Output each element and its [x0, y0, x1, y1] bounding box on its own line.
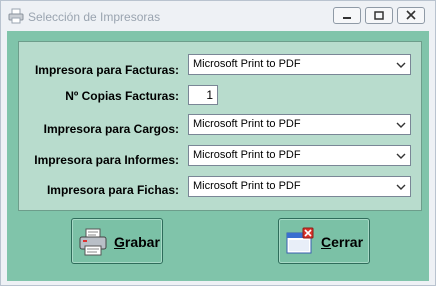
label-impresora-cargos: Impresora para Cargos: — [43, 122, 179, 136]
combo-value: Microsoft Print to PDF — [193, 149, 301, 161]
chevron-down-icon — [396, 62, 406, 68]
printer-icon — [8, 8, 24, 24]
combo-value: Microsoft Print to PDF — [193, 180, 301, 192]
maximize-button[interactable] — [365, 7, 393, 24]
close-window-icon — [286, 227, 314, 254]
printer-icon — [79, 228, 107, 256]
grabar-button[interactable]: Grabar — [71, 218, 163, 264]
combo-impresora-informes[interactable]: Microsoft Print to PDF — [188, 145, 411, 166]
chevron-down-icon — [396, 153, 406, 159]
window-title: Selección de Impresoras — [28, 10, 161, 24]
chevron-down-icon — [396, 122, 406, 128]
label-impresora-informes: Impresora para Informes: — [34, 153, 179, 167]
close-icon — [406, 10, 416, 20]
window: Selección de Impresoras Impresora para F… — [0, 0, 436, 286]
combo-value: Microsoft Print to PDF — [193, 58, 301, 70]
label-copias-facturas: Nº Copias Facturas: — [65, 89, 179, 103]
combo-impresora-cargos[interactable]: Microsoft Print to PDF — [188, 114, 411, 135]
copias-facturas-input[interactable]: 1 — [188, 85, 218, 105]
combo-impresora-fichas[interactable]: Microsoft Print to PDF — [188, 176, 411, 197]
label-impresora-facturas: Impresora para Facturas: — [34, 63, 179, 77]
cerrar-button[interactable]: Cerrar — [278, 218, 370, 264]
combo-impresora-facturas[interactable]: Microsoft Print to PDF — [188, 54, 411, 75]
grabar-label: Grabar — [114, 234, 160, 250]
chevron-down-icon — [396, 184, 406, 190]
close-button[interactable] — [397, 7, 425, 24]
label-impresora-fichas: Impresora para Fichas: — [46, 183, 179, 197]
restore-icon — [374, 11, 384, 20]
title-bar: Selección de Impresoras — [1, 1, 435, 31]
minimize-button[interactable] — [333, 7, 361, 24]
minimize-icon — [343, 17, 351, 19]
cerrar-label: Cerrar — [321, 234, 364, 250]
combo-value: Microsoft Print to PDF — [193, 118, 301, 130]
